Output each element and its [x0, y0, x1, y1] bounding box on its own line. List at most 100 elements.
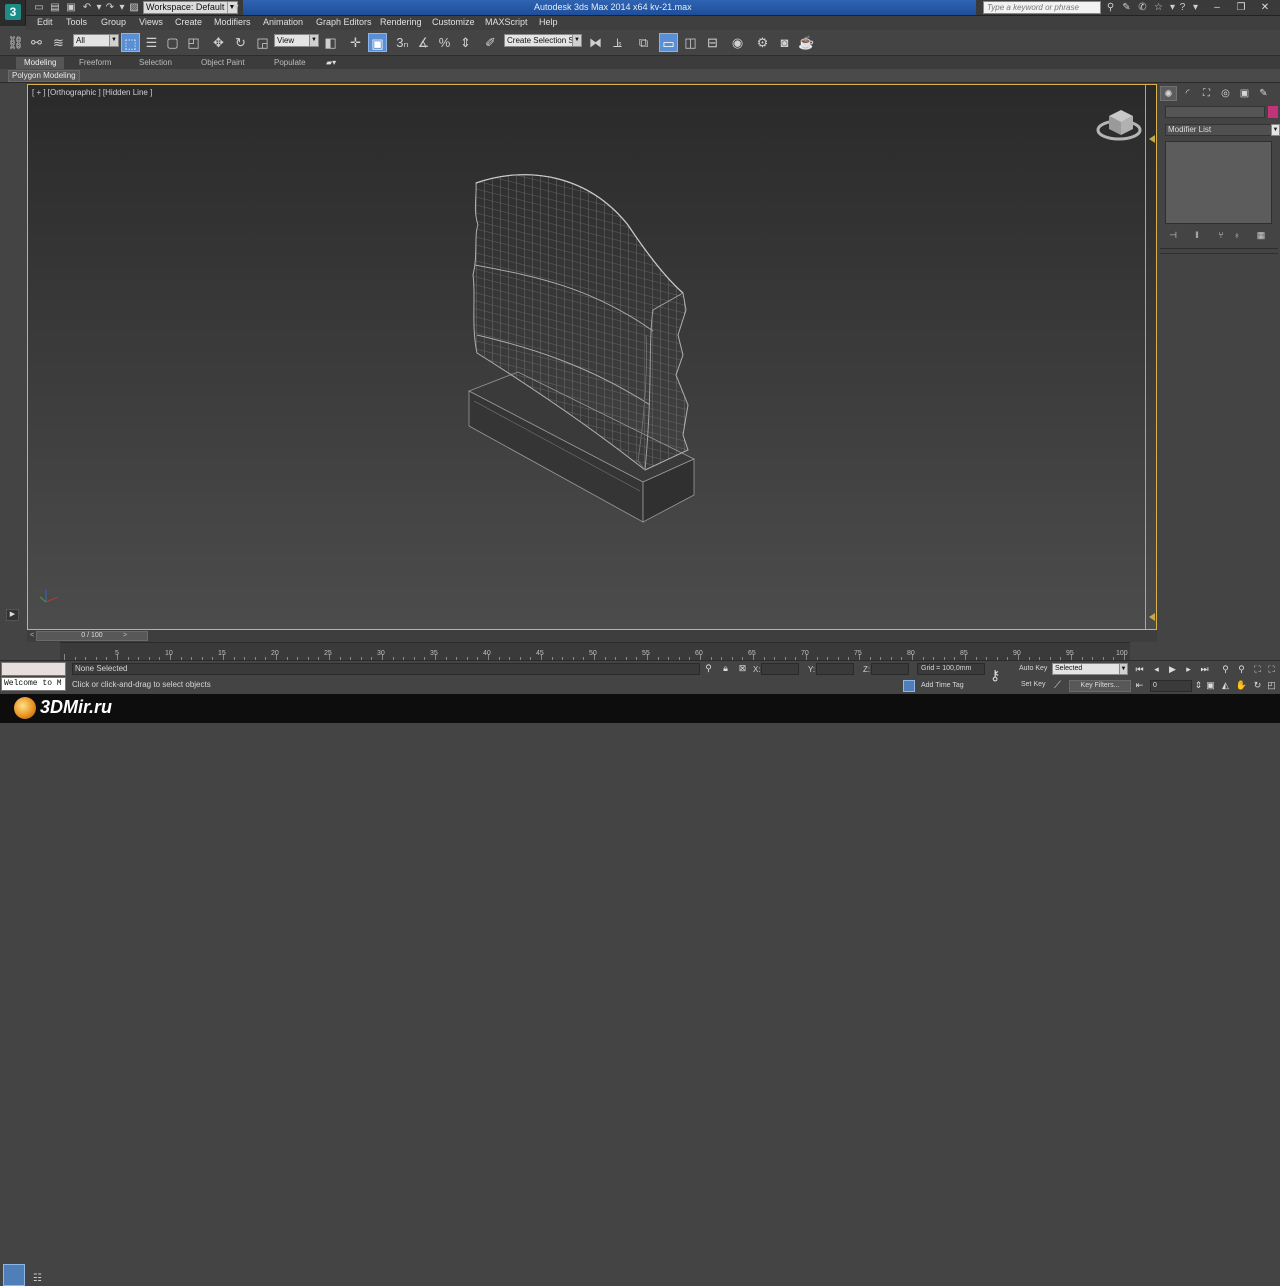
key-mode-toggle-icon[interactable]: ⇤ [1133, 680, 1146, 691]
field-of-view-icon[interactable]: ◭ [1219, 680, 1232, 691]
tab-modeling[interactable]: Modeling [16, 57, 65, 69]
create-tab-icon[interactable]: ✺ [1160, 86, 1177, 101]
time-slider[interactable]: < 0 / 100 > [27, 630, 1157, 642]
key-icon[interactable]: ⚷ [990, 667, 1000, 684]
undo-icon[interactable]: ↶ [81, 2, 93, 13]
go-to-start-icon[interactable]: ⏮ [1133, 664, 1146, 675]
tab-populate[interactable]: Populate [266, 57, 314, 69]
tangent-icon[interactable]: ⟋ [1054, 680, 1061, 691]
menu-create[interactable]: Create [175, 17, 202, 27]
zoom-icon[interactable]: ⚲ [1219, 664, 1232, 675]
x-coord-field[interactable] [761, 663, 799, 675]
bind-space-warp-icon[interactable]: ≋ [49, 33, 68, 52]
redo-icon[interactable]: ↷ [104, 2, 116, 13]
object-color-swatch[interactable] [1268, 106, 1278, 118]
menu-tools[interactable]: Tools [66, 17, 87, 27]
align-icon[interactable]: ⫡ [608, 33, 627, 52]
unlink-icon[interactable]: ⚯ [27, 33, 46, 52]
render-setup-icon[interactable]: ⚙ [753, 33, 772, 52]
zoom-extents-all-icon[interactable]: ⛶ [1265, 664, 1278, 675]
selection-filter-dropdown[interactable]: All ▼ [73, 34, 119, 47]
percent-snap-icon[interactable]: % [435, 33, 454, 52]
edit-named-selection-icon[interactable]: ✐ [481, 33, 500, 52]
display-tab-icon[interactable]: ▣ [1236, 86, 1253, 101]
menu-rendering[interactable]: Rendering [380, 17, 422, 27]
absolute-mode-icon[interactable]: ⊠ [737, 663, 748, 674]
z-coord-field[interactable] [871, 663, 909, 675]
key-mode-dropdown[interactable]: Selected ▼ [1052, 663, 1128, 675]
mirror-icon[interactable]: ⧓ [586, 33, 605, 52]
link-icon[interactable]: ⛓ [6, 33, 25, 52]
utilities-tab-icon[interactable]: ✎ [1255, 86, 1272, 101]
modify-tab-icon[interactable]: ◜ [1179, 86, 1196, 101]
curve-editor-icon[interactable]: ◫ [681, 33, 700, 52]
object-name-field[interactable] [1165, 106, 1265, 118]
select-object-icon[interactable]: ⬚ [121, 33, 140, 52]
menu-customize[interactable]: Customize [432, 17, 475, 27]
new-file-icon[interactable]: ▭ [33, 2, 45, 13]
time-slider-knob[interactable]: 0 / 100 [36, 631, 148, 641]
rendered-frame-window-icon[interactable]: ◙ [775, 33, 794, 52]
y-coord-field[interactable] [816, 663, 854, 675]
open-file-icon[interactable]: ▤ [49, 2, 61, 13]
next-frame-icon[interactable]: > [120, 631, 130, 641]
maximize-viewport-icon[interactable]: ◰ [1265, 680, 1278, 691]
auto-key-button[interactable]: Auto Key [1019, 665, 1047, 672]
select-by-name-icon[interactable]: ☰ [142, 33, 161, 52]
maxscript-listener-pink[interactable] [1, 662, 66, 676]
zoom-extents-icon[interactable]: ⛶ [1251, 664, 1264, 675]
time-tag-icon[interactable] [903, 680, 915, 692]
snaps-toggle-icon[interactable]: 3ₙ [393, 33, 412, 52]
app-menu-button[interactable]: 3 [0, 0, 26, 26]
select-manipulate-icon[interactable]: ✛ [346, 33, 365, 52]
track-bar-icon[interactable]: ☷ [33, 1273, 47, 1285]
angle-snap-icon[interactable]: ∡ [414, 33, 433, 52]
maximize-button[interactable]: ❐ [1230, 0, 1252, 15]
play-icon[interactable]: ▶ [1166, 664, 1179, 675]
orbit-icon[interactable]: ↻ [1251, 680, 1264, 691]
save-file-icon[interactable]: ▣ [65, 2, 77, 13]
zoom-all-icon[interactable]: ⚲ [1235, 664, 1248, 675]
modifier-list-dropdown[interactable]: Modifier List ▼ [1165, 124, 1280, 136]
menu-views[interactable]: Views [139, 17, 163, 27]
close-button[interactable]: ✕ [1254, 0, 1276, 15]
spinner-snap-icon[interactable]: ⇕ [456, 33, 475, 52]
maxscript-listener-input[interactable]: Welcome to M [1, 677, 66, 691]
viewport[interactable]: [ + ] [Orthographic ] [Hidden Line ] [27, 84, 1157, 630]
mini-curve-editor-button[interactable] [3, 1264, 25, 1286]
menu-edit[interactable]: Edit [37, 17, 53, 27]
material-editor-icon[interactable]: ◉ [728, 33, 747, 52]
time-configuration-icon[interactable]: ▣ [1204, 680, 1217, 691]
remove-modifier-icon[interactable]: ♁ [1230, 230, 1244, 242]
minimize-button[interactable]: ‒ [1206, 0, 1228, 15]
keyboard-shortcut-override-icon[interactable]: ▣ [368, 33, 387, 52]
menu-group[interactable]: Group [101, 17, 126, 27]
project-folder-icon[interactable]: ▨ [128, 2, 140, 13]
communication-center-icon[interactable]: ✆ [1136, 1, 1149, 14]
graphite-ribbon-icon[interactable]: ▭ [659, 33, 678, 52]
favorites-icon[interactable]: ☆ [1152, 1, 1165, 14]
next-key-icon[interactable]: ▸ [1182, 664, 1195, 675]
pivot-center-icon[interactable]: ◧ [321, 33, 340, 52]
workspace-dropdown[interactable]: Workspace: Default ▼ [143, 1, 238, 14]
add-time-tag[interactable]: Add Time Tag [921, 682, 964, 689]
layer-manager-icon[interactable]: ⧉ [634, 33, 653, 52]
scale-icon[interactable]: ◲ [253, 33, 272, 52]
pin-stack-icon[interactable]: ⊣ [1166, 230, 1180, 242]
polygon-modeling-panel[interactable]: Polygon Modeling [8, 70, 80, 82]
isolate-selection-icon[interactable]: ⚲ [703, 663, 714, 674]
schematic-view-icon[interactable]: ⊟ [703, 33, 722, 52]
rotate-icon[interactable]: ↻ [231, 33, 250, 52]
menu-animation[interactable]: Animation [263, 17, 303, 27]
quick-access-dropdown-icon[interactable]: ▾ [230, 2, 242, 13]
motion-tab-icon[interactable]: ◎ [1217, 86, 1234, 101]
move-icon[interactable]: ✥ [209, 33, 228, 52]
selection-lock-icon[interactable]: 🔒︎ [720, 663, 731, 674]
tab-selection[interactable]: Selection [131, 57, 180, 69]
help-arrow-icon[interactable]: ▾ [1189, 1, 1202, 14]
reference-coordinate-dropdown[interactable]: View ▼ [274, 34, 319, 47]
window-crossing-icon[interactable]: ◰ [184, 33, 203, 52]
track-bar[interactable]: 5 10 15 20 25 30 35 40 45 50 55 60 65 70 75 80 85 90 95 100 [60, 642, 1130, 660]
set-key-button[interactable]: Set Key [1021, 681, 1046, 688]
pan-icon[interactable]: ✋ [1235, 680, 1248, 691]
